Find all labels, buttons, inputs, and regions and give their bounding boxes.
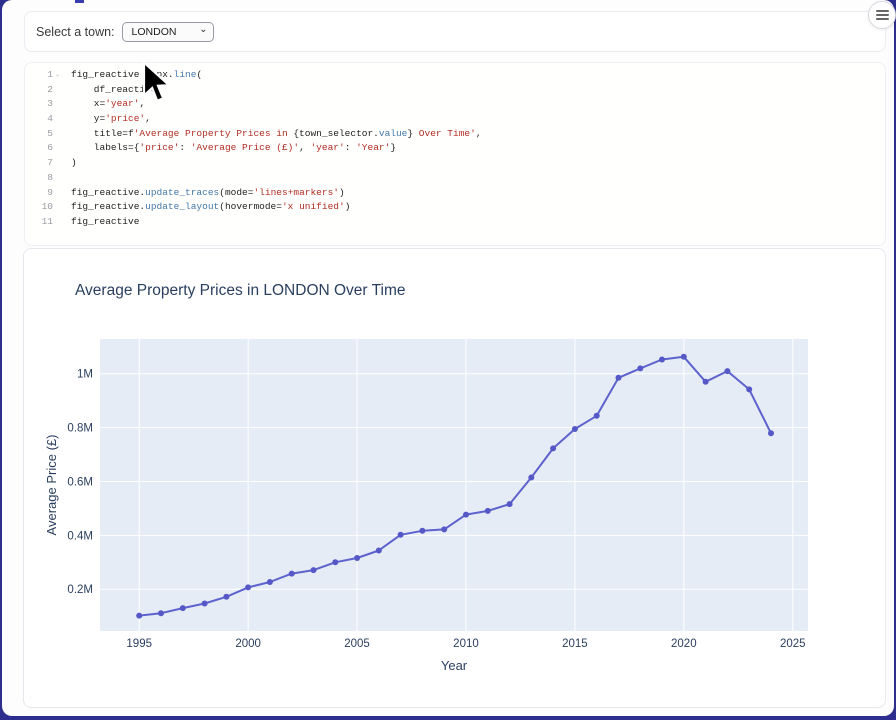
svg-text:1995: 1995	[126, 638, 152, 650]
code-line: 1⌄fig_reactive = px.line(	[25, 68, 885, 83]
line-number: 4	[35, 112, 53, 127]
fold-spacer	[53, 83, 62, 98]
code-line: 10 fig_reactive.update_layout(hovermode='…	[25, 200, 885, 215]
code-text: fig_reactive = px.line(	[62, 68, 202, 83]
code-text: fig_reactive.update_layout(hovermode='x …	[62, 200, 350, 215]
code-line: 7)	[25, 156, 885, 171]
code-line: 9 fig_reactive.update_traces(mode='lines+…	[25, 186, 885, 201]
svg-text:2005: 2005	[344, 638, 370, 650]
svg-text:1M: 1M	[77, 369, 93, 381]
code-line: 3 x='year',	[25, 97, 885, 112]
line-number: 6	[35, 141, 53, 156]
town-selector-widget: Select a town: LONDON ⌄	[24, 11, 886, 52]
fold-spacer	[53, 127, 62, 142]
line-number: 10	[35, 200, 53, 215]
fold-arrow-icon[interactable]: ⌄	[53, 68, 62, 83]
svg-text:2000: 2000	[235, 638, 261, 650]
code-text: fig_reactive	[62, 215, 139, 230]
line-number: 7	[35, 156, 53, 171]
fold-spacer	[53, 112, 62, 127]
svg-text:0.4M: 0.4M	[67, 530, 93, 542]
town-select[interactable]: LONDON	[122, 22, 214, 42]
line-number: 2	[35, 83, 53, 98]
fold-spacer	[53, 215, 62, 230]
line-number: 1	[35, 68, 53, 83]
svg-text:0.6M: 0.6M	[67, 476, 93, 488]
code-text: fig_reactive.update_traces(mode='lines+m…	[62, 186, 345, 201]
code-line: 4 y='price',	[25, 112, 885, 127]
code-text: labels={'price': 'Average Price (£)', 'y…	[62, 141, 396, 156]
fold-spacer	[53, 141, 62, 156]
town-select-label: Select a town:	[36, 25, 115, 39]
svg-text:0.8M: 0.8M	[67, 423, 93, 435]
line-number: 8	[35, 171, 53, 186]
code-line: 6 labels={'price': 'Average Price (£)', …	[25, 141, 885, 156]
svg-text:0.2M: 0.2M	[67, 584, 93, 596]
svg-text:2025: 2025	[780, 638, 806, 650]
fold-spacer	[53, 186, 62, 201]
hamburger-icon	[876, 8, 889, 22]
fold-spacer	[53, 97, 62, 112]
code-line: 11 fig_reactive	[25, 215, 885, 230]
code-text: y='price',	[62, 112, 151, 127]
fold-spacer	[53, 171, 62, 186]
scrolled-cell-fragment	[75, 0, 84, 3]
fold-spacer	[53, 200, 62, 215]
notebook-menu-button[interactable]	[868, 1, 896, 29]
code-text: title=f'Average Property Prices in {town…	[62, 127, 482, 142]
price-line-chart[interactable]: 1995 2000 2005 2010 2015 2020 2025 0.2M 0.4M 0.6M…	[24, 249, 885, 707]
code-line: 2 df_reactive,	[25, 83, 885, 98]
code-text: )	[62, 156, 77, 171]
svg-text:2015: 2015	[562, 638, 588, 650]
code-text: x='year',	[62, 97, 145, 112]
fold-spacer	[53, 156, 62, 171]
code-text	[62, 171, 71, 186]
chart-output-cell: Average Property Prices in LONDON Over T…	[23, 248, 886, 708]
line-number: 5	[35, 127, 53, 142]
svg-text:2010: 2010	[453, 638, 479, 650]
code-line: 5 title=f'Average Property Prices in {to…	[25, 127, 885, 142]
svg-text:Average Price (£): Average Price (£)	[44, 435, 59, 536]
code-editor[interactable]: 1⌄fig_reactive = px.line(2 df_reactive,3…	[24, 62, 886, 246]
line-number: 11	[35, 215, 53, 230]
code-line: 8	[25, 171, 885, 186]
notebook-card: Select a town: LONDON ⌄ 1⌄fig_reactive =…	[2, 0, 894, 716]
svg-text:Year: Year	[441, 658, 468, 673]
line-number: 3	[35, 97, 53, 112]
line-number: 9	[35, 186, 53, 201]
svg-text:2020: 2020	[671, 638, 697, 650]
code-text: df_reactive,	[62, 83, 162, 98]
